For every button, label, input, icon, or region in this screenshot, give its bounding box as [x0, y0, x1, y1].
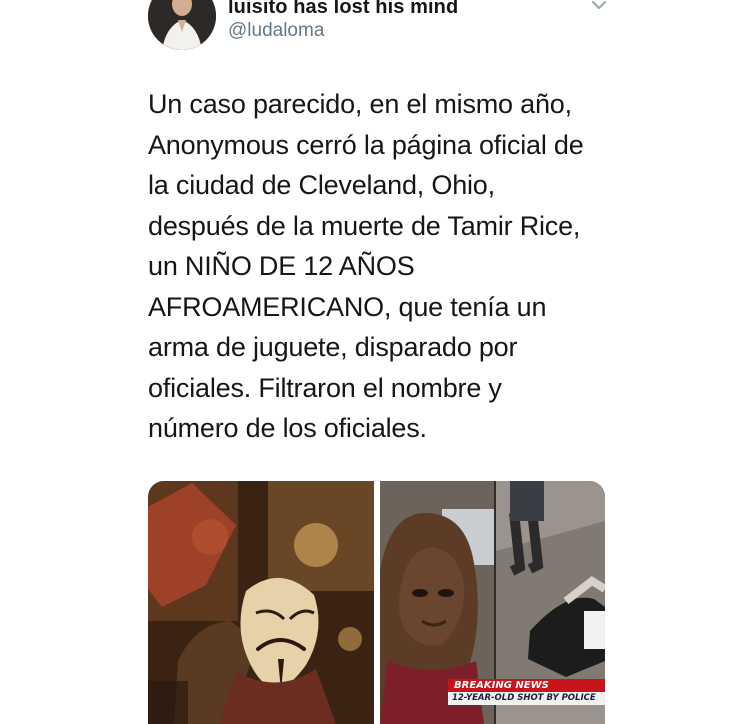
media-news-screenshot[interactable]: BREAKING NEWS 12-YEAR-OLD SHOT BY POLICE — [380, 481, 605, 724]
user-handle[interactable]: @ludaloma — [228, 20, 324, 42]
news-headline: 12-YEAR-OLD SHOT BY POLICE — [448, 692, 605, 705]
tweet-media-grid: BREAKING NEWS 12-YEAR-OLD SHOT BY POLICE — [148, 481, 605, 724]
breaking-news-banner: BREAKING NEWS 12-YEAR-OLD SHOT BY POLICE — [448, 679, 605, 709]
avatar[interactable] — [148, 0, 216, 50]
chevron-down-icon[interactable] — [590, 0, 608, 12]
tweet-text: Un caso parecido, en el mismo año, Anony… — [148, 89, 584, 443]
media-anonymous-mask-photo[interactable] — [148, 481, 374, 724]
avatar-photo — [148, 0, 216, 50]
display-name[interactable]: luisito has lost his mind — [228, 0, 458, 19]
breaking-news-label: BREAKING NEWS — [448, 679, 605, 692]
